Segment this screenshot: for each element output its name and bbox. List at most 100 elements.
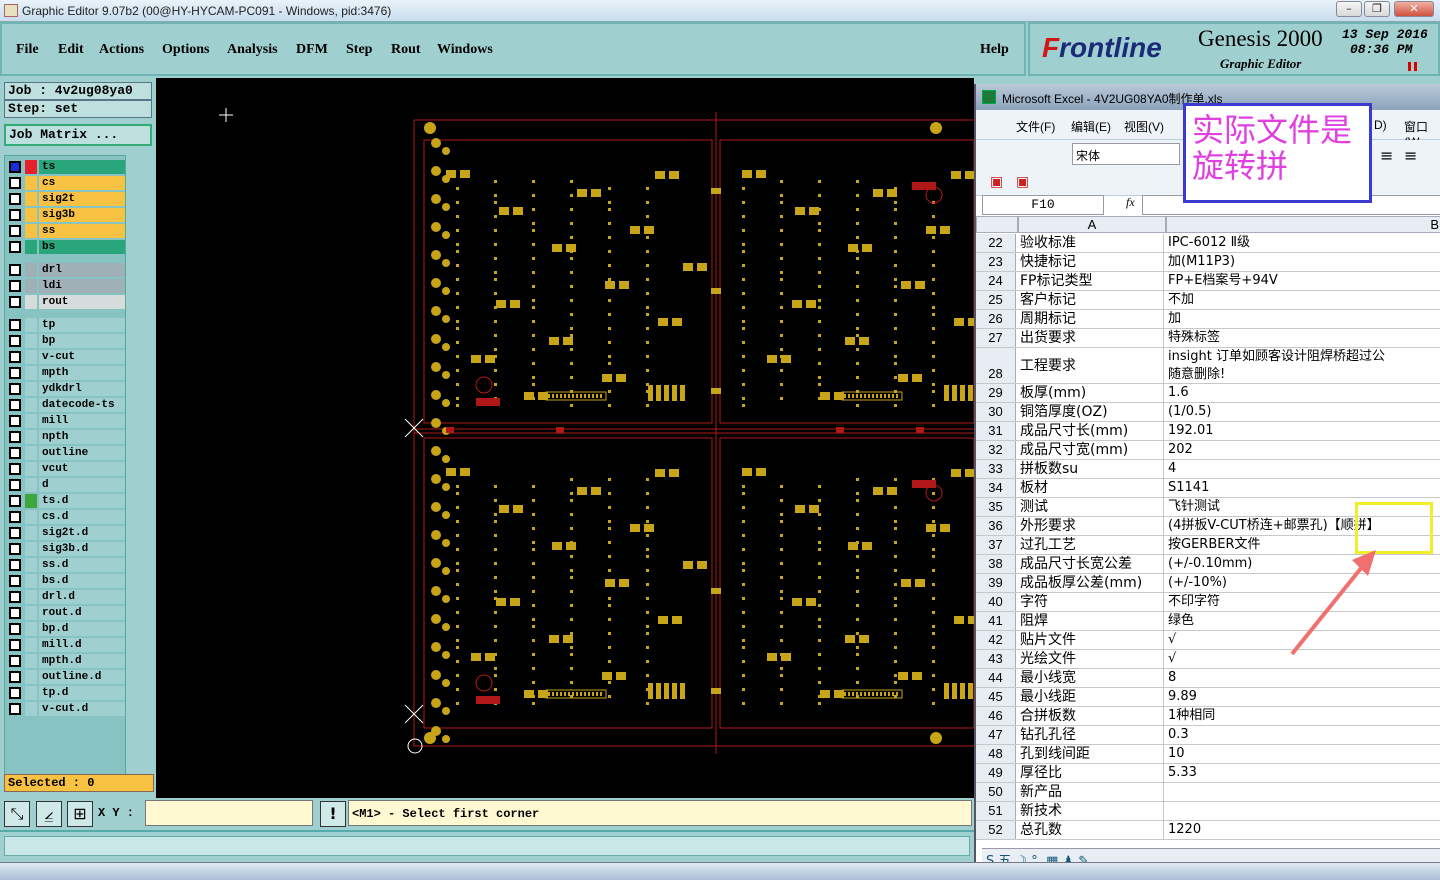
row-number[interactable]: 22 [976, 234, 1016, 252]
sheet-row[interactable]: 50 新产品 [976, 783, 1440, 802]
row-number[interactable]: 50 [976, 783, 1016, 801]
cell-b[interactable]: 9.89 [1166, 688, 1440, 706]
layer-checkbox[interactable] [9, 527, 21, 539]
layer-checkbox[interactable] [9, 241, 21, 253]
cell-b[interactable] [1166, 783, 1440, 801]
layer-row-mpth-d[interactable]: mpth.d [7, 654, 125, 668]
layer-checkbox[interactable] [9, 415, 21, 427]
layer-checkbox[interactable] [9, 671, 21, 683]
cell-a[interactable]: 客户标记 [1018, 291, 1164, 309]
layer-row-ldi[interactable]: ldi [7, 279, 125, 293]
layer-row-drl[interactable]: drl [7, 263, 125, 277]
layer-row-datecode-ts[interactable]: datecode-ts [7, 398, 125, 412]
menu-edit[interactable]: Edit [58, 42, 84, 58]
row-number[interactable]: 37 [976, 536, 1016, 554]
row-number[interactable]: 33 [976, 460, 1016, 478]
cell-b[interactable]: 8 [1166, 669, 1440, 687]
sheet-row[interactable]: 33 拼板数su 4 [976, 460, 1440, 479]
cell-a[interactable]: FP标记类型 [1018, 272, 1164, 290]
layer-row-v-cut-d[interactable]: v-cut.d [7, 702, 125, 716]
layer-checkbox[interactable] [9, 623, 21, 635]
row-number[interactable]: 26 [976, 310, 1016, 328]
layer-checkbox[interactable] [9, 495, 21, 507]
layer-checkbox[interactable] [9, 335, 21, 347]
layer-row-drl-d[interactable]: drl.d [7, 590, 125, 604]
cell-b[interactable]: IPC-6012 Ⅱ级 [1166, 234, 1440, 252]
cell-a[interactable]: 总孔数 [1018, 821, 1164, 839]
cell-a[interactable]: 合拼板数 [1018, 707, 1164, 725]
cell-b[interactable]: 4 [1166, 460, 1440, 478]
coord-input[interactable] [145, 800, 313, 826]
cell-a[interactable]: 成品尺寸长宽公差 [1018, 555, 1164, 573]
cell-b[interactable]: (1/0.5) [1166, 403, 1440, 421]
menu-step[interactable]: Step [346, 42, 372, 58]
row-number[interactable]: 52 [976, 821, 1016, 839]
layer-row-sig3b[interactable]: sig3b [7, 208, 125, 222]
column-header-b[interactable]: B [1166, 216, 1440, 233]
layer-checkbox[interactable] [9, 351, 21, 363]
layer-checkbox[interactable] [9, 575, 21, 587]
excel-menu-file[interactable]: 文件(F) [1016, 118, 1055, 135]
row-number[interactable]: 46 [976, 707, 1016, 725]
cell-b[interactable] [1166, 802, 1440, 820]
cell-a[interactable]: 板材 [1018, 479, 1164, 497]
layer-row-sig3b-d[interactable]: sig3b.d [7, 542, 125, 556]
align-right-icon[interactable]: ≡ [1404, 146, 1417, 165]
cell-b[interactable]: 加(M11P3) [1166, 253, 1440, 271]
cell-a[interactable]: 贴片文件 [1018, 631, 1164, 649]
alert-icon[interactable]: ! [320, 801, 346, 827]
layer-row-outline[interactable]: outline [7, 446, 125, 460]
cell-a[interactable]: 验收标准 [1018, 234, 1164, 252]
layer-checkbox[interactable] [9, 687, 21, 699]
layer-row-bs[interactable]: bs [7, 240, 125, 254]
layer-checkbox[interactable] [9, 431, 21, 443]
layer-row-mill[interactable]: mill [7, 414, 125, 428]
cell-a[interactable]: 最小线距 [1018, 688, 1164, 706]
layer-row-ss-d[interactable]: ss.d [7, 558, 125, 572]
row-number[interactable]: 32 [976, 441, 1016, 459]
layer-checkbox[interactable] [9, 447, 21, 459]
layer-checkbox[interactable] [9, 319, 21, 331]
menu-options[interactable]: Options [162, 42, 209, 58]
row-number[interactable]: 49 [976, 764, 1016, 782]
cell-b[interactable]: 1种相同 [1166, 707, 1440, 725]
excel-menu-edit[interactable]: 编辑(E) [1071, 118, 1111, 135]
cell-a[interactable]: 阻焊 [1018, 612, 1164, 630]
cell-a[interactable]: 钻孔孔径 [1018, 726, 1164, 744]
layer-checkbox[interactable] [9, 383, 21, 395]
cell-b[interactable]: 192.01 [1166, 422, 1440, 440]
layer-row-outline-d[interactable]: outline.d [7, 670, 125, 684]
row-number[interactable]: 40 [976, 593, 1016, 611]
excel-menu-data[interactable]: D) [1374, 118, 1387, 132]
cell-b[interactable]: insight 订单如顾客设计阻焊桥超过公 随意删除! [1166, 348, 1440, 383]
cell-a[interactable]: 成品尺寸宽(mm) [1018, 441, 1164, 459]
sheet-row[interactable]: 52 总孔数 1220 [976, 821, 1440, 840]
sheet-row[interactable]: 34 板材 S1141 [976, 479, 1440, 498]
cell-a[interactable]: 厚径比 [1018, 764, 1164, 782]
cell-b[interactable]: 5.33 [1166, 764, 1440, 782]
layer-checkbox[interactable] [9, 161, 21, 173]
layer-row-ts-d[interactable]: ts.d [7, 494, 125, 508]
row-number[interactable]: 36 [976, 517, 1016, 535]
minimize-button[interactable]: – [1336, 1, 1362, 17]
cell-b[interactable]: 202 [1166, 441, 1440, 459]
sheet-row[interactable]: 48 孔到线间距 10 [976, 745, 1440, 764]
layer-checkbox[interactable] [9, 511, 21, 523]
cell-b[interactable]: 1.6 [1166, 384, 1440, 402]
layer-row-sig2t-d[interactable]: sig2t.d [7, 526, 125, 540]
layer-row-tp-d[interactable]: tp.d [7, 686, 125, 700]
row-number[interactable]: 35 [976, 498, 1016, 516]
cell-a[interactable]: 工程要求 [1018, 348, 1164, 383]
sheet-row[interactable]: 46 合拼板数 1种相同 [976, 707, 1440, 726]
sheet-row[interactable]: 26 周期标记加 [976, 310, 1440, 329]
zoom-box-icon[interactable]: ⤡ [4, 801, 30, 827]
cell-a[interactable]: 拼板数su [1018, 460, 1164, 478]
layer-checkbox[interactable] [9, 479, 21, 491]
cell-a[interactable]: 最小线宽 [1018, 669, 1164, 687]
layer-row-sig2t[interactable]: sig2t [7, 192, 125, 206]
layer-checkbox[interactable] [9, 296, 21, 308]
layer-row-cs-d[interactable]: cs.d [7, 510, 125, 524]
layer-checkbox[interactable] [9, 543, 21, 555]
layer-checkbox[interactable] [9, 703, 21, 715]
cell-b[interactable]: S1141 [1166, 479, 1440, 497]
